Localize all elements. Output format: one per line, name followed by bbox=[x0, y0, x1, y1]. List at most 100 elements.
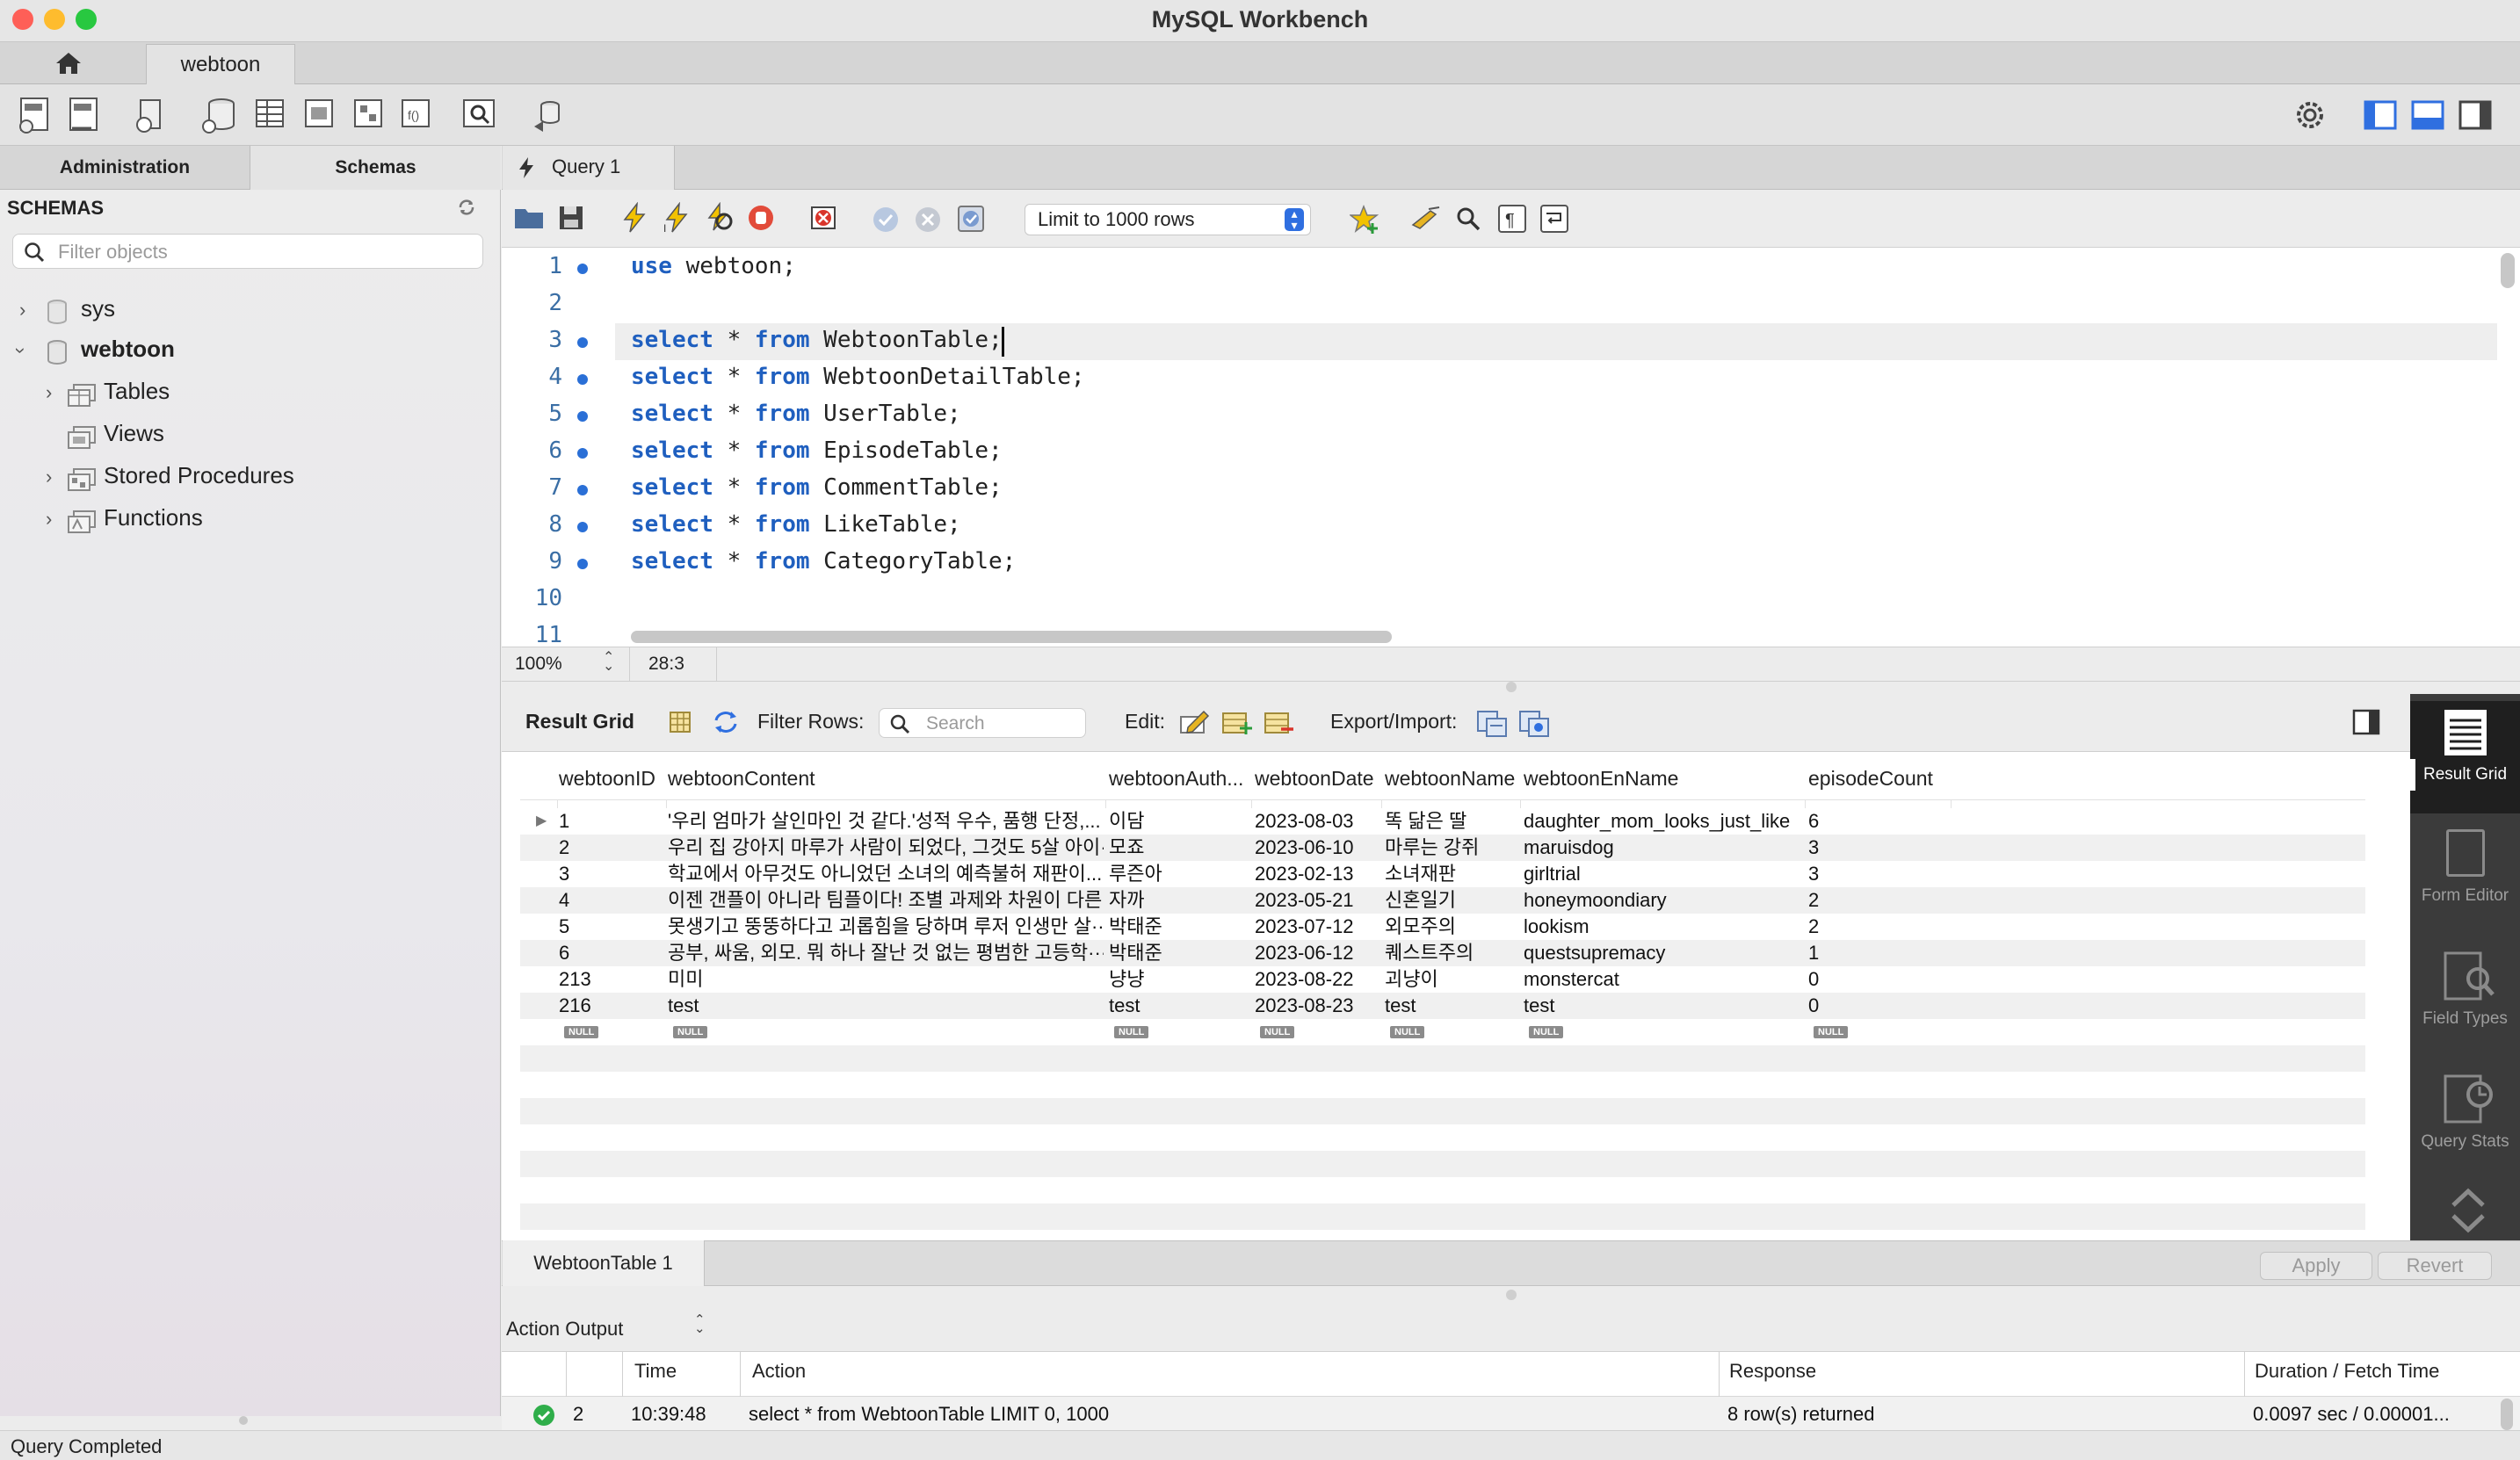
table-row[interactable] bbox=[520, 1098, 2365, 1124]
save-icon[interactable] bbox=[557, 204, 585, 232]
field-types-icon[interactable] bbox=[2443, 950, 2495, 1003]
panel-resize-handle[interactable] bbox=[1506, 1290, 1517, 1300]
code-line[interactable]: select * from EpisodeTable; bbox=[631, 437, 1003, 464]
tab-query-1[interactable]: Query 1 bbox=[503, 146, 675, 190]
invisible-characters-icon[interactable]: ¶ bbox=[1497, 204, 1527, 234]
table-cell[interactable]: 3 bbox=[559, 861, 663, 887]
sidebar-resize-handle[interactable] bbox=[239, 1416, 248, 1425]
table-cell[interactable]: 216 bbox=[559, 993, 663, 1019]
table-row[interactable] bbox=[520, 1124, 2365, 1151]
open-sql-script-icon[interactable] bbox=[65, 95, 105, 135]
code-line[interactable]: select * from LikeTable; bbox=[631, 511, 961, 538]
table-cell[interactable]: 2023-06-12 bbox=[1255, 940, 1379, 966]
table-cell[interactable]: 공부, 싸움, 외모. 뭐 하나 잘난 것 없는 평범한 고등학··· bbox=[668, 940, 1104, 966]
import-icon[interactable] bbox=[1518, 708, 1550, 738]
table-cell[interactable]: 0 bbox=[1808, 993, 1949, 1019]
code-line[interactable]: select * from WebtoonDetailTable; bbox=[631, 364, 1085, 390]
table-cell[interactable]: lookism bbox=[1524, 914, 1803, 940]
tab-webtoontable-1[interactable]: WebtoonTable 1 bbox=[503, 1240, 705, 1286]
query-stats-label[interactable]: Query Stats bbox=[2410, 1133, 2520, 1151]
table-cell[interactable]: 2023-07-12 bbox=[1255, 914, 1379, 940]
table-cell[interactable]: 신혼일기 bbox=[1385, 887, 1518, 914]
grid-view-icon[interactable] bbox=[668, 710, 692, 734]
code-line[interactable]: use webtoon; bbox=[631, 253, 796, 279]
table-cell[interactable]: monstercat bbox=[1524, 966, 1803, 993]
code-line[interactable]: select * from CategoryTable; bbox=[631, 548, 1016, 575]
null-badge[interactable]: NULL bbox=[1390, 1026, 1425, 1038]
panel-resize-handle[interactable] bbox=[1506, 682, 1517, 692]
table-cell[interactable]: 2023-08-22 bbox=[1255, 966, 1379, 993]
table-cell[interactable]: 루즌아 bbox=[1109, 861, 1249, 887]
execute-current-statement-icon[interactable]: I bbox=[663, 202, 691, 234]
beautify-broom-icon[interactable] bbox=[1409, 206, 1441, 232]
chevron-right-icon[interactable]: › bbox=[46, 466, 52, 488]
code-line[interactable]: select * from UserTable; bbox=[631, 401, 961, 427]
table-cell[interactable]: 소녀재판 bbox=[1385, 861, 1518, 887]
preferences-gear-icon[interactable] bbox=[2293, 98, 2327, 132]
delete-row-icon[interactable] bbox=[1264, 708, 1295, 736]
toggle-secondary-sidebar-icon[interactable] bbox=[2458, 100, 2492, 130]
query-stats-icon[interactable] bbox=[2443, 1073, 2495, 1126]
chevron-right-icon[interactable]: › bbox=[46, 508, 52, 531]
table-cell[interactable]: 2023-05-21 bbox=[1255, 887, 1379, 914]
null-badge[interactable]: NULL bbox=[1814, 1026, 1849, 1038]
column-header[interactable]: webtoonName bbox=[1385, 757, 1518, 799]
tab-schemas[interactable]: Schemas bbox=[250, 146, 501, 190]
column-header[interactable]: webtoonEnName bbox=[1524, 757, 1803, 799]
form-editor-label[interactable]: Form Editor bbox=[2410, 887, 2520, 905]
table-row[interactable] bbox=[520, 1151, 2365, 1177]
create-procedure-icon[interactable] bbox=[346, 95, 387, 135]
table-cell[interactable]: 미미 bbox=[668, 966, 1104, 993]
table-cell[interactable]: 우리 집 강아지 마루가 사람이 되었다, 그것도 5살 아이··· bbox=[668, 835, 1104, 861]
table-cell[interactable]: 이담 bbox=[1109, 808, 1249, 835]
new-sql-tab-icon[interactable] bbox=[16, 95, 56, 135]
table-cell[interactable]: 학교에서 아무것도 아니었던 소녀의 예측불허 재판이... bbox=[668, 861, 1104, 887]
tree-item-tables[interactable]: Tables bbox=[104, 378, 170, 405]
schema-sys[interactable]: sys bbox=[81, 295, 115, 322]
tree-item-functions[interactable]: Functions bbox=[104, 504, 203, 531]
table-cell[interactable]: 자까 bbox=[1109, 887, 1249, 914]
table-cell[interactable]: 똑 닮은 딸 bbox=[1385, 808, 1518, 835]
table-cell[interactable]: 1 bbox=[559, 808, 663, 835]
form-editor-icon[interactable] bbox=[2446, 829, 2485, 877]
table-cell[interactable]: 0 bbox=[1808, 966, 1949, 993]
refresh-schemas-icon[interactable] bbox=[457, 199, 476, 216]
auto-commit-icon[interactable] bbox=[956, 204, 986, 234]
column-header[interactable]: webtoonAuth... bbox=[1109, 757, 1249, 799]
field-types-label[interactable]: Field Types bbox=[2410, 1010, 2520, 1028]
apply-button[interactable]: Apply bbox=[2260, 1252, 2372, 1280]
output-col-duration[interactable]: Duration / Fetch Time bbox=[2255, 1360, 2439, 1383]
table-cell[interactable]: 2 bbox=[1808, 887, 1949, 914]
table-cell[interactable]: 2023-06-10 bbox=[1255, 835, 1379, 861]
null-badge[interactable]: NULL bbox=[1529, 1026, 1564, 1038]
null-badge[interactable]: NULL bbox=[1260, 1026, 1295, 1038]
create-table-icon[interactable] bbox=[248, 95, 288, 135]
table-cell[interactable]: 2 bbox=[559, 835, 663, 861]
output-type-select[interactable]: Action Output bbox=[506, 1318, 623, 1341]
tab-administration[interactable]: Administration bbox=[0, 146, 250, 190]
table-row[interactable] bbox=[520, 1019, 2365, 1045]
chevron-down-icon[interactable]: › bbox=[10, 347, 33, 353]
table-cell[interactable]: 마루는 강쥐 bbox=[1385, 835, 1518, 861]
open-file-icon[interactable] bbox=[513, 204, 545, 232]
table-cell[interactable]: 6 bbox=[1808, 808, 1949, 835]
connection-tab-webtoon[interactable]: webtoon bbox=[146, 44, 295, 84]
commit-icon[interactable] bbox=[872, 206, 900, 234]
toggle-side-panel-icon[interactable] bbox=[2351, 708, 2381, 736]
output-scrollbar[interactable] bbox=[2501, 1399, 2513, 1430]
chevron-right-icon[interactable]: › bbox=[46, 381, 52, 404]
tree-item-views[interactable]: Views bbox=[104, 420, 164, 447]
home-tab[interactable] bbox=[0, 42, 141, 84]
column-header[interactable]: webtoonID bbox=[559, 757, 663, 799]
create-view-icon[interactable] bbox=[297, 95, 337, 135]
table-cell[interactable]: 냥냥 bbox=[1109, 966, 1249, 993]
table-cell[interactable]: 1 bbox=[1808, 940, 1949, 966]
zoom-stepper-icon[interactable]: ⌃ ⌄ bbox=[603, 651, 614, 674]
search-table-data-icon[interactable] bbox=[459, 95, 499, 135]
table-cell[interactable]: test bbox=[1109, 993, 1249, 1019]
output-col-response[interactable]: Response bbox=[1729, 1360, 1816, 1383]
table-row[interactable] bbox=[520, 1177, 2365, 1203]
table-cell[interactable]: 5 bbox=[559, 914, 663, 940]
table-cell[interactable]: test bbox=[1524, 993, 1803, 1019]
stop-icon[interactable] bbox=[747, 204, 775, 232]
